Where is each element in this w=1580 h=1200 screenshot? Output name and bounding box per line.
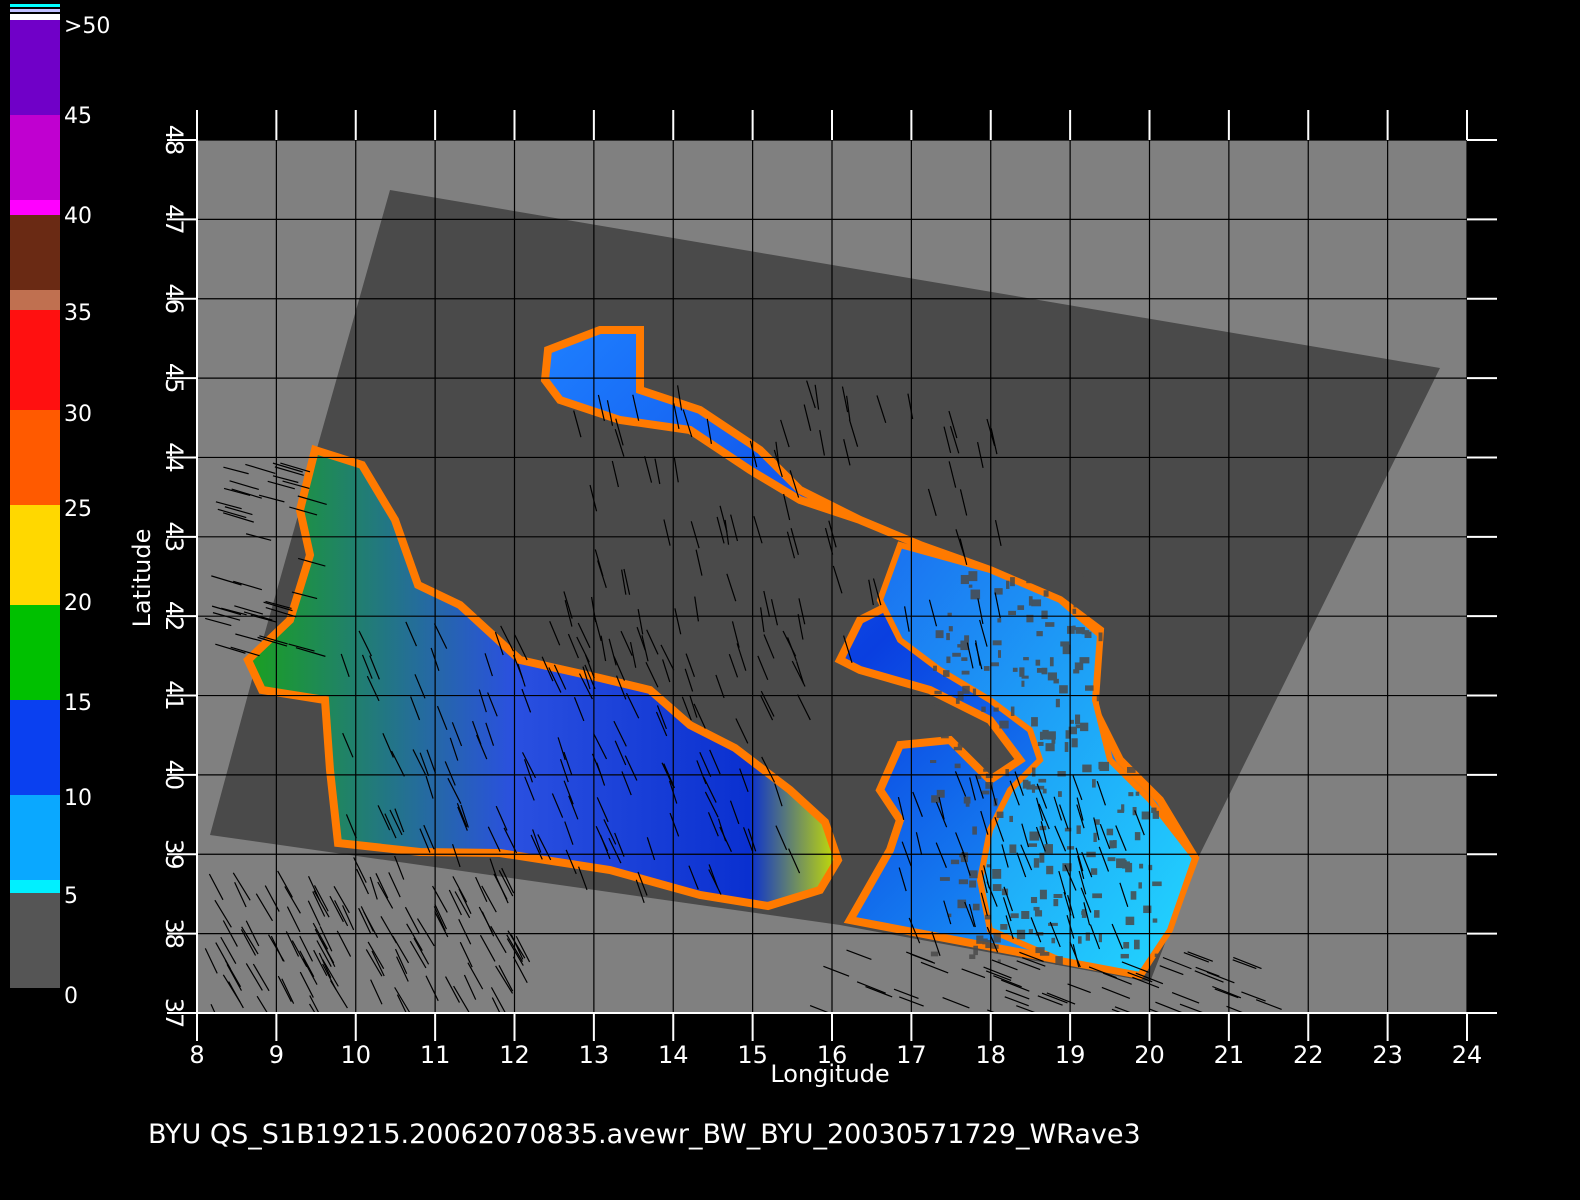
colorbar-label: 45 xyxy=(64,104,92,129)
colorbar-band-15-20 xyxy=(10,605,60,700)
lon-tick-label: 12 xyxy=(499,1041,530,1069)
lat-tick-label: 46 xyxy=(160,283,188,314)
lon-tick-label: 8 xyxy=(189,1041,204,1069)
colorbar-label: 15 xyxy=(64,691,92,716)
lat-tick-label: 40 xyxy=(160,760,188,791)
colorbar-label: 40 xyxy=(64,204,92,229)
lat-tick-label: 44 xyxy=(160,442,188,473)
lat-tick-label: 47 xyxy=(160,204,188,235)
lon-tick-label: 13 xyxy=(579,1041,610,1069)
x-axis-label: Longitude xyxy=(770,1060,889,1088)
colorbar-band-10-15 xyxy=(10,700,60,795)
caption: BYU QS_S1B19215.20062070835.avewr_BW_BYU… xyxy=(148,1119,1141,1150)
colorbar-label: 30 xyxy=(64,402,92,427)
lon-tick-label: 10 xyxy=(340,1041,371,1069)
colorbar-label: 0 xyxy=(64,984,78,1009)
lat-tick-label: 43 xyxy=(160,522,188,553)
colorbar-band-0-5 xyxy=(10,893,60,988)
colorbar-band-30-35 xyxy=(10,310,60,410)
y-axis-label: Latitude xyxy=(128,529,156,628)
colorbar-label: 10 xyxy=(64,786,92,811)
lon-tick-label: 11 xyxy=(420,1041,451,1069)
lon-tick-label: 9 xyxy=(269,1041,284,1069)
lat-tick-label: 48 xyxy=(160,125,188,156)
lon-tick-label: 15 xyxy=(737,1041,768,1069)
lon-tick-label: 18 xyxy=(975,1041,1006,1069)
lat-tick-label: 42 xyxy=(160,601,188,632)
lon-tick-label: 22 xyxy=(1293,1041,1324,1069)
lat-tick-label: 37 xyxy=(160,998,188,1029)
lon-tick-label: 20 xyxy=(1134,1041,1165,1069)
lat-tick-label: 39 xyxy=(160,839,188,870)
colorbar-label: 5 xyxy=(64,884,78,909)
colorbar-label: 20 xyxy=(64,591,92,616)
lon-tick-label: 21 xyxy=(1214,1041,1245,1069)
colorbar-band-45-50 xyxy=(10,20,60,115)
lon-tick-label: 24 xyxy=(1452,1041,1483,1069)
lat-tick-label: 41 xyxy=(160,680,188,711)
colorbar: >50 45 40 35 30 25 20 15 10 5 0 xyxy=(10,4,110,1009)
colorbar-band-5-10 xyxy=(10,795,60,893)
lat-tick-label: 45 xyxy=(160,363,188,394)
colorbar-band-25-30 xyxy=(10,410,60,505)
colorbar-label: >50 xyxy=(64,14,110,39)
colorbar-band-20-25 xyxy=(10,505,60,605)
lon-tick-label: 14 xyxy=(658,1041,689,1069)
colorbar-label: 35 xyxy=(64,301,92,326)
colorbar-label: 25 xyxy=(64,497,92,522)
lon-tick-label: 23 xyxy=(1372,1041,1403,1069)
lon-tick-label: 19 xyxy=(1055,1041,1086,1069)
wind-speed-map: >50454035302520151050 8 9 10 11 12 13 14 15 16 17… xyxy=(10,4,1497,1150)
lon-tick-label: 17 xyxy=(896,1041,927,1069)
lat-tick-label: 38 xyxy=(160,918,188,949)
